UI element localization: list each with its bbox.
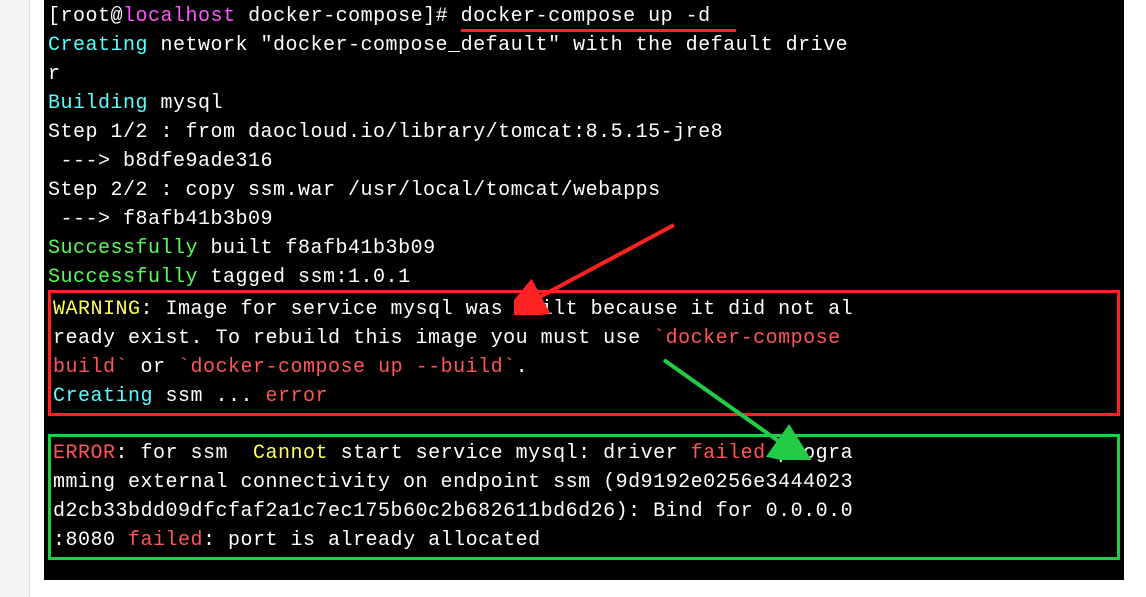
line-step2: Step 2/2 : copy ssm.war /usr/local/tomca… — [48, 176, 1120, 205]
line-step1: Step 1/2 : from daocloud.io/library/tomc… — [48, 118, 1120, 147]
warning-line1: WARNING: Image for service mysql was bui… — [53, 295, 1115, 324]
line-success-built: Successfully built f8afb41b3b09 — [48, 234, 1120, 263]
line-creating-network-wrap: r — [48, 60, 1120, 89]
line-success-tagged: Successfully tagged ssm:1.0.1 — [48, 263, 1120, 292]
error-line3: d2cb33bdd09dfcfaf2a1c7ec175b60c2b682611b… — [53, 497, 1115, 526]
line-step2-hash: ---> f8afb41b3b09 — [48, 205, 1120, 234]
error-box: ERROR: for ssm Cannot start service mysq… — [48, 434, 1120, 560]
prompt-cwd: docker-compose — [248, 5, 423, 28]
warning-line2: ready exist. To rebuild this image you m… — [53, 324, 1115, 353]
warning-creating: Creating ssm ... error — [53, 382, 1115, 411]
warning-line3: build` or `docker-compose up --build`. — [53, 353, 1115, 382]
prompt-command: docker-compose up -d — [461, 5, 711, 32]
line-step1-hash: ---> b8dfe9ade316 — [48, 147, 1120, 176]
line-creating-network: Creating network "docker-compose_default… — [48, 31, 1120, 60]
warning-box: WARNING: Image for service mysql was bui… — [48, 290, 1120, 416]
prompt-line: [root@localhost docker-compose]# docker-… — [48, 2, 1120, 31]
terminal-output: [root@localhost docker-compose]# docker-… — [44, 0, 1124, 580]
prompt-user: root — [61, 5, 111, 28]
error-line1: ERROR: for ssm Cannot start service mysq… — [53, 439, 1115, 468]
error-line2: mming external connectivity on endpoint … — [53, 468, 1115, 497]
error-line4: :8080 failed: port is already allocated — [53, 526, 1115, 555]
editor-gutter — [0, 0, 30, 597]
line-building: Building mysql — [48, 89, 1120, 118]
prompt-host: localhost — [123, 5, 236, 28]
